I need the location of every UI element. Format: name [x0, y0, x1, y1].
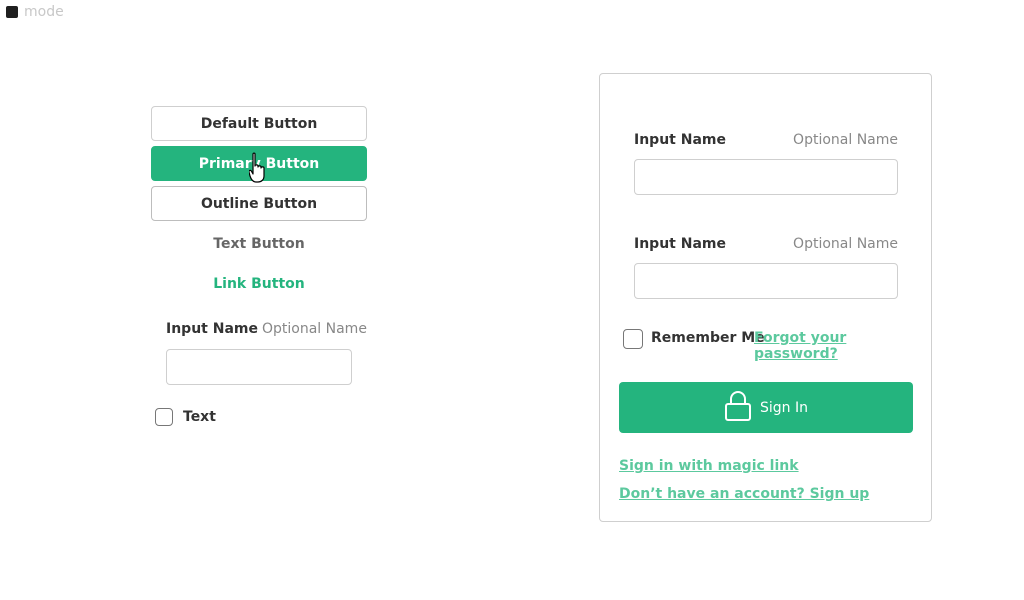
left-input-label-row: Input Name Optional Name: [166, 321, 367, 337]
text-button[interactable]: Text Button: [151, 226, 367, 261]
left-input-label: Input Name: [166, 321, 258, 337]
remember-me-checkbox[interactable]: [623, 329, 643, 349]
primary-button[interactable]: Primary Button: [151, 146, 367, 181]
mode-label: mode: [24, 4, 64, 20]
left-input-optional-label: Optional Name: [261, 321, 367, 337]
lock-icon: [724, 390, 752, 426]
sign-in-button[interactable]: Sign In: [619, 382, 913, 433]
magic-link[interactable]: Sign in with magic link: [619, 458, 799, 474]
field2-input[interactable]: [634, 263, 898, 299]
sign-in-card: Input Name Optional Name Input Name Opti…: [599, 73, 932, 522]
forgot-password-link[interactable]: Forgot your password?: [754, 330, 931, 362]
sign-in-label: Sign In: [760, 399, 808, 416]
mode-swatch-icon[interactable]: [6, 6, 18, 18]
field2-label-row: Input Name Optional Name: [634, 236, 898, 252]
text-checkbox[interactable]: [155, 408, 173, 426]
default-button[interactable]: Default Button: [151, 106, 367, 141]
link-button[interactable]: Link Button: [151, 266, 367, 301]
field2-optional-label: Optional Name: [793, 236, 898, 252]
left-name-input[interactable]: [166, 349, 352, 385]
outline-button[interactable]: Outline Button: [151, 186, 367, 221]
text-checkbox-label: Text: [183, 409, 216, 425]
field1-input[interactable]: [634, 159, 898, 195]
field1-optional-label: Optional Name: [793, 132, 898, 148]
mode-toggle[interactable]: mode: [6, 4, 64, 20]
field1-label: Input Name: [634, 132, 726, 148]
field2-label: Input Name: [634, 236, 726, 252]
field1-label-row: Input Name Optional Name: [634, 132, 898, 148]
remember-me-label: Remember Me: [651, 330, 765, 346]
sign-up-link[interactable]: Don’t have an account? Sign up: [619, 486, 869, 502]
